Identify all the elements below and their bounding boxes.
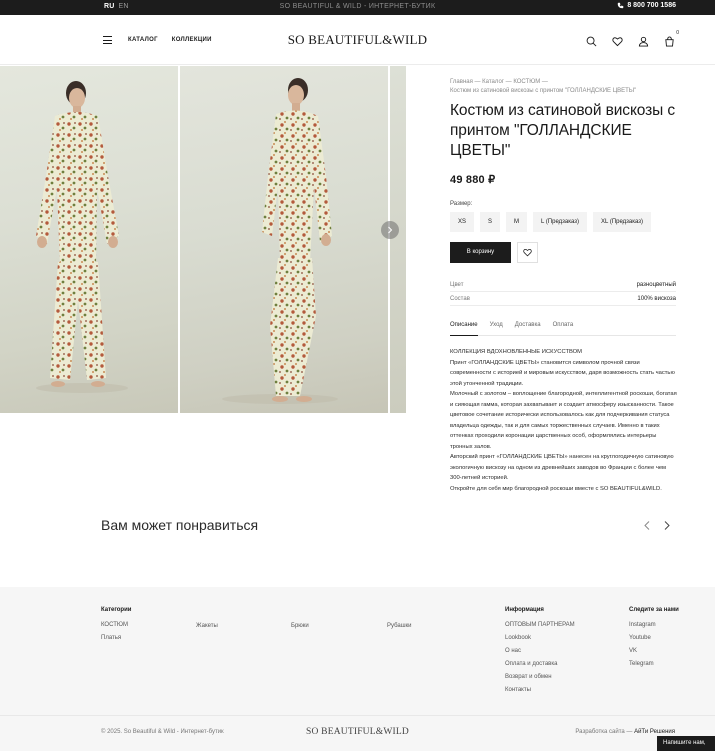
recommendations-nav [643, 520, 671, 530]
footer-categories: Категории КОСТЮМ Платья [101, 607, 131, 645]
user-icon[interactable] [638, 34, 649, 47]
product-gallery [0, 66, 406, 413]
property-row: Цвет разноцветный [450, 278, 676, 292]
phone-icon [618, 2, 624, 9]
site-footer: Категории КОСТЮМ Платья Жакеты Брюки Руб… [0, 587, 715, 751]
footer-link-vk[interactable]: VK [629, 645, 679, 658]
description-paragraph: Молочный с золотом – воплощение благород… [450, 391, 677, 450]
footer-social: Следите за нами Instagram Youtube VK Tel… [629, 607, 679, 671]
tab-delivery[interactable]: Доставка [515, 322, 541, 335]
footer-link-instagram[interactable]: Instagram [629, 619, 679, 632]
footer-link-trousers[interactable]: Брюки [291, 620, 309, 633]
property-key-composition: Состав [450, 296, 470, 302]
product-properties: Цвет разноцветный Состав 100% вискоза [450, 278, 676, 306]
size-option-xs[interactable]: XS [450, 212, 475, 232]
footer-link-jackets[interactable]: Жакеты [196, 620, 218, 633]
footer-categories-col2: Жакеты [196, 620, 218, 633]
footer-social-heading: Следите за нами [629, 607, 679, 613]
breadcrumb-line-2: Костюм из сатиновой вискозы с принтом "Г… [450, 88, 637, 94]
product-photo-next[interactable] [390, 66, 406, 413]
size-selector: XS S M L (Предзаказ) XL (Предзаказ) [450, 212, 676, 232]
footer-divider [0, 715, 715, 716]
chat-widget-button[interactable]: Напишите нам, [657, 736, 715, 751]
breadcrumb: Главная — Каталог — КОСТЮМ — Костюм из с… [450, 78, 676, 96]
property-key-color: Цвет [450, 282, 464, 288]
cart-count-badge: 0 [676, 30, 679, 36]
product-price: 49 880 ₽ [450, 174, 496, 186]
product-tabs: Описание Уход Доставка Оплата [450, 322, 676, 336]
footer-link-dresses[interactable]: Платья [101, 632, 131, 645]
product-photo-side[interactable] [180, 66, 388, 413]
product-photo-front[interactable] [0, 66, 178, 413]
property-value-composition: 100% вискоза [637, 296, 676, 302]
store-tagline: SO BEAUTIFUL & WILD - ИНТЕРНЕТ-БУТИК [279, 3, 436, 10]
footer-link-contacts[interactable]: Контакты [505, 684, 575, 697]
top-bar: RU EN SO BEAUTIFUL & WILD - ИНТЕРНЕТ-БУТИ… [0, 0, 715, 15]
footer-link-wholesale[interactable]: ОПТОВЫМ ПАРТНЕРАМ [505, 619, 575, 632]
add-to-cart-button[interactable]: В корзину [450, 242, 511, 263]
footer-categories-col4: Рубашки [387, 620, 412, 633]
size-option-xl[interactable]: XL (Предзаказ) [593, 212, 652, 232]
footer-information: Информация ОПТОВЫМ ПАРТНЕРАМ Lookbook О … [505, 607, 575, 697]
description-paragraph: Авторский принт «ГОЛЛАНДСКИЕ ЦВЕТЫ» нане… [450, 454, 674, 481]
footer-link-payment-delivery[interactable]: Оплата и доставка [505, 658, 575, 671]
footer-link-lookbook[interactable]: Lookbook [505, 632, 575, 645]
footer-categories-col3: Брюки [291, 620, 309, 633]
chevron-left-icon [644, 520, 650, 530]
description-paragraph: Откройте для себя мир благородной роскош… [450, 485, 662, 492]
recommendations-title: Вам может понравиться [101, 517, 259, 533]
description-heading: КОЛЛЕКЦИЯ ВДОХНОВЛЕННЫЕ ИСКУССТВОМ [450, 349, 582, 355]
product-info: Главная — Каталог — КОСТЮМ — Костюм из с… [450, 78, 678, 494]
heart-icon [523, 249, 532, 257]
developer-link[interactable]: АйТи Решения [634, 729, 675, 735]
developer-label: Разработка сайта — [575, 729, 633, 735]
property-row: Состав 100% вискоза [450, 292, 676, 306]
chevron-right-icon [664, 520, 670, 530]
recs-prev-button[interactable] [643, 520, 651, 530]
product-description: КОЛЛЕКЦИЯ ВДОХНОВЛЕННЫЕ ИСКУССТВОМ Принт… [450, 347, 678, 494]
site-header: КАТАЛОГ КОЛЛЕКЦИИ SO BEAUTIFUL&WILD 0 [0, 15, 715, 65]
size-option-m[interactable]: M [506, 212, 528, 232]
tab-care[interactable]: Уход [490, 322, 503, 335]
footer-info-heading: Информация [505, 607, 544, 613]
footer-link-about[interactable]: О нас [505, 645, 575, 658]
footer-link-youtube[interactable]: Youtube [629, 632, 679, 645]
heart-icon[interactable] [612, 34, 623, 47]
footer-link-telegram[interactable]: Telegram [629, 658, 679, 671]
footer-categories-heading: Категории [101, 607, 132, 613]
phone-number: 8 800 700 1586 [627, 2, 676, 9]
size-option-l[interactable]: L (Предзаказ) [533, 212, 588, 232]
search-icon[interactable] [586, 34, 597, 47]
description-paragraph: Принт «ГОЛЛАНДСКИЕ ЦВЕТЫ» становится сим… [450, 359, 675, 387]
size-label: Размер: [450, 201, 473, 207]
header-icons: 0 [586, 30, 679, 47]
chevron-right-icon [388, 226, 393, 234]
breadcrumb-line-1[interactable]: Главная — Каталог — КОСТЮМ — [450, 78, 676, 87]
size-option-s[interactable]: S [480, 212, 501, 232]
add-to-favorites-button[interactable] [517, 242, 538, 263]
footer-link-shirts[interactable]: Рубашки [387, 620, 412, 633]
cart-icon[interactable]: 0 [664, 30, 679, 47]
footer-developer: Разработка сайта — АйТи Решения [575, 729, 675, 735]
gallery-next-button[interactable] [381, 221, 399, 239]
property-value-color: разноцветный [636, 282, 676, 288]
phone-link[interactable]: 8 800 700 1586 [617, 2, 676, 9]
product-title: Костюм из сатиновой вискозы с принтом "Г… [450, 102, 676, 159]
tab-description[interactable]: Описание [450, 322, 478, 336]
footer-link-returns[interactable]: Возврат и обмен [505, 671, 575, 684]
product-actions: В корзину [450, 242, 676, 263]
tab-payment[interactable]: Оплата [553, 322, 574, 335]
footer-link-costume[interactable]: КОСТЮМ [101, 619, 131, 632]
recs-next-button[interactable] [663, 520, 671, 530]
